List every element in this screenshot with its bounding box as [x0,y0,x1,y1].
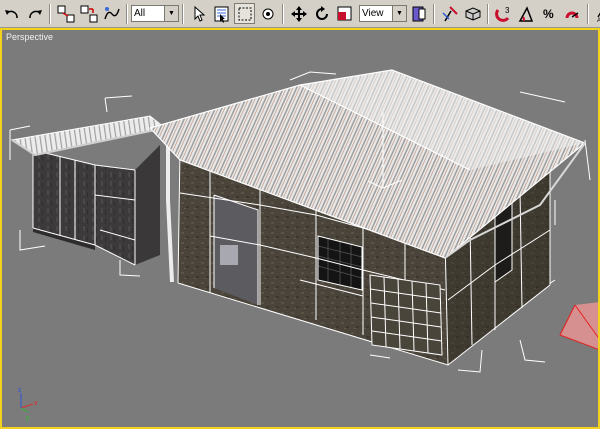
pivot-center-icon [412,6,425,21]
angle-snap-icon [518,5,533,22]
chevron-down-icon: ▼ [392,6,406,21]
rect-selection-region-icon [238,7,251,20]
select-object-icon [194,5,205,22]
toolbar-separator [487,3,489,24]
snaps-toggle-button[interactable]: 3 [493,3,514,24]
reference-coordinate-dropdown[interactable]: View ▼ [359,5,407,22]
axis-tripod: z x y [18,387,38,422]
selection-filter-dropdown[interactable]: All ▼ [131,5,179,22]
bind-spacewarp-icon [103,6,120,19]
select-link-icon [57,5,74,22]
tiled-panel [369,274,443,356]
window-crossing-button[interactable] [257,3,278,24]
undo-icon [4,9,18,18]
select-object-button[interactable] [188,3,209,24]
percent-snap-toggle-button[interactable]: % [539,3,560,24]
selection-filter-value: All [134,8,146,19]
keyboard-shortcut-icon [465,6,480,21]
keyboard-shortcut-override-button[interactable] [462,3,483,24]
viewport-scene: z x y [9,69,600,422]
spinner-snap-icon [565,11,578,18]
drain-pipe [166,138,174,283]
snaps-label: 3 [505,6,510,15]
small-shed[interactable] [10,115,167,266]
select-and-rotate-button[interactable] [311,3,332,24]
select-and-move-button[interactable] [288,3,309,24]
chevron-down-icon: ▼ [164,6,178,21]
percent-label: % [543,7,554,21]
toolbar-separator [126,3,128,24]
select-by-name-button[interactable] [211,3,232,24]
toolbar-separator [433,3,435,24]
snaps-toggle-icon: 3 [494,6,510,22]
select-and-manipulate-button[interactable] [439,3,460,24]
named-selection-icon: ABC [597,11,600,23]
select-and-scale-button[interactable] [334,3,355,24]
select-by-name-icon [214,6,228,23]
perspective-viewport[interactable]: z x y Perspective [0,28,600,429]
manipulate-icon [441,5,458,21]
unlink-selection-button[interactable] [78,3,99,24]
reference-coordinate-value: View [362,8,384,19]
3dsmax-window: All ▼ View ▼ 3 % A z x y Perspective [0,0,600,429]
light-target-object[interactable] [559,302,600,350]
axis-y-label: y [26,415,30,422]
toolbar-separator [282,3,284,24]
unlink-icon [80,5,97,22]
select-rotate-icon [315,5,328,20]
bind-to-spacewarp-button[interactable] [101,3,122,24]
window-crossing-icon [262,8,273,19]
percent-snap-icon: % [543,7,554,21]
select-move-icon [290,5,307,22]
undo-button[interactable] [1,3,22,24]
viewport-label[interactable]: Perspective [6,32,53,42]
axis-x-label: x [34,400,38,407]
svg-text:ABC: ABC [597,18,600,23]
toolbar-separator [587,3,589,24]
edit-named-selections-button[interactable]: ABC [593,3,600,24]
select-and-link-button[interactable] [55,3,76,24]
use-pivot-center-button[interactable] [408,3,429,24]
rectangular-selection-region-button[interactable] [234,3,255,24]
axis-z-label: z [18,387,22,394]
redo-button[interactable] [24,3,45,24]
toolbar-separator [49,3,51,24]
spinner-snap-toggle-button[interactable] [562,3,583,24]
toolbar-separator [182,3,184,24]
main-toolbar: All ▼ View ▼ 3 % A [0,0,600,28]
redo-icon [28,9,42,18]
angle-snap-toggle-button[interactable] [516,3,537,24]
select-scale-icon [337,6,351,20]
